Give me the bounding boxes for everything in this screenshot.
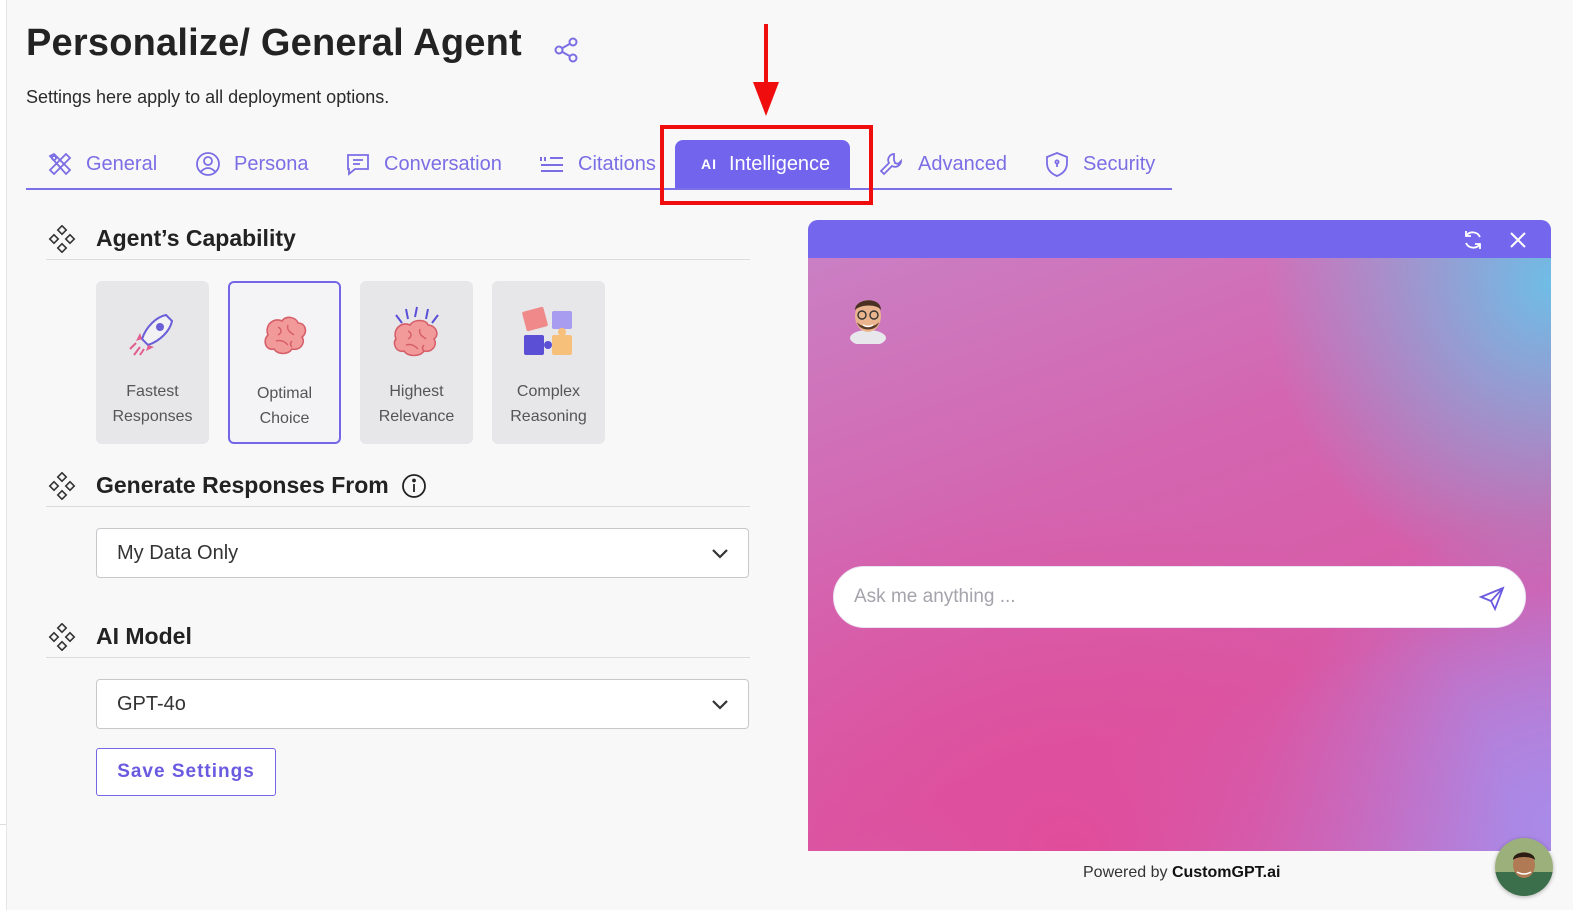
- card-label-line1: Complex: [516, 383, 581, 400]
- user-circle-icon: [196, 152, 220, 176]
- card-label-line2: Choice: [259, 410, 310, 427]
- tools-icon: [48, 152, 72, 176]
- tab-label: Conversation: [384, 152, 502, 175]
- chat-input-placeholder: Ask me anything ...: [854, 586, 1016, 607]
- tab-label: General: [86, 152, 158, 175]
- section-title: AI Model: [96, 623, 192, 649]
- diamond-cluster-icon: [48, 224, 76, 253]
- send-icon[interactable]: [1477, 583, 1507, 613]
- shield-icon: [1046, 152, 1068, 177]
- share-icon[interactable]: [552, 36, 580, 64]
- tab-citations[interactable]: Citations: [538, 140, 656, 188]
- close-icon[interactable]: [1507, 229, 1529, 251]
- capability-card-fastest[interactable]: Fastest Responses: [96, 281, 209, 444]
- tab-security[interactable]: Security: [1043, 140, 1155, 188]
- capability-card-relevance[interactable]: Highest Relevance: [360, 281, 473, 444]
- tab-general[interactable]: General: [46, 140, 157, 188]
- chat-icon: [347, 154, 369, 176]
- user-avatar[interactable]: [1495, 838, 1553, 896]
- chevron-down-icon: [712, 549, 728, 559]
- powered-by: Powered by CustomGPT.ai: [1083, 864, 1280, 882]
- tab-persona[interactable]: Persona: [194, 140, 309, 188]
- puzzle-icon: [521, 306, 572, 355]
- tab-label: Advanced: [918, 152, 1007, 175]
- powered-brand: CustomGPT.ai: [1171, 864, 1281, 881]
- section-title: Generate Responses From: [96, 472, 389, 498]
- capability-section-header: Agent’s Capability: [46, 218, 750, 260]
- section-title: Agent’s Capability: [96, 225, 296, 251]
- settings-page: Personalize/ General Agent Settings here…: [6, 0, 1573, 910]
- card-label-line1: Highest: [389, 383, 444, 400]
- settings-tabs: General Persona Conversation Citations A…: [26, 138, 1172, 190]
- card-label-line2: Responses: [112, 408, 193, 425]
- diamond-cluster-icon: [48, 471, 76, 500]
- page-subtitle: Settings here apply to all deployment op…: [26, 87, 390, 107]
- save-settings-button[interactable]: Save Settings: [96, 748, 276, 796]
- tab-label: Security: [1083, 152, 1156, 175]
- responses-section-header: Generate Responses From: [46, 465, 750, 507]
- tab-conversation[interactable]: Conversation: [344, 140, 502, 188]
- chat-header-bar: [808, 220, 1551, 258]
- card-label-line2: Reasoning: [510, 408, 587, 425]
- chevron-down-icon: [712, 700, 728, 710]
- responses-source-select[interactable]: My Data Only: [96, 528, 749, 578]
- ai-model-select[interactable]: GPT-4o: [96, 679, 749, 729]
- bot-avatar: [850, 300, 886, 344]
- sparkling-brain-icon: [393, 306, 439, 357]
- select-value: My Data Only: [117, 541, 239, 564]
- card-label-line1: Optimal: [256, 385, 313, 402]
- brain-icon: [263, 316, 306, 355]
- info-icon[interactable]: [401, 473, 427, 499]
- wrench-icon: [879, 153, 902, 176]
- card-label-line1: Fastest: [126, 383, 179, 400]
- card-label-line2: Relevance: [378, 408, 455, 425]
- annotation-highlight: [660, 125, 873, 205]
- tab-label: Citations: [578, 152, 656, 175]
- select-value: GPT-4o: [117, 692, 186, 715]
- refresh-icon[interactable]: [1462, 229, 1484, 251]
- powered-prefix: Powered by: [1083, 864, 1168, 881]
- diamond-cluster-icon: [48, 622, 76, 651]
- rocket-icon: [128, 313, 173, 356]
- chat-input[interactable]: Ask me anything ...: [833, 566, 1526, 628]
- chat-preview: Ask me anything ...: [808, 220, 1551, 851]
- model-section-header: AI Model: [46, 616, 750, 658]
- capability-card-optimal[interactable]: Optimal Choice: [228, 281, 341, 444]
- tab-advanced[interactable]: Advanced: [878, 140, 1007, 188]
- capability-card-complex[interactable]: Complex Reasoning: [492, 281, 605, 444]
- annotation-arrow-icon: [753, 24, 779, 116]
- quote-list-icon: [540, 157, 563, 172]
- page-title: Personalize/ General Agent: [26, 22, 522, 64]
- tab-label: Persona: [234, 152, 309, 175]
